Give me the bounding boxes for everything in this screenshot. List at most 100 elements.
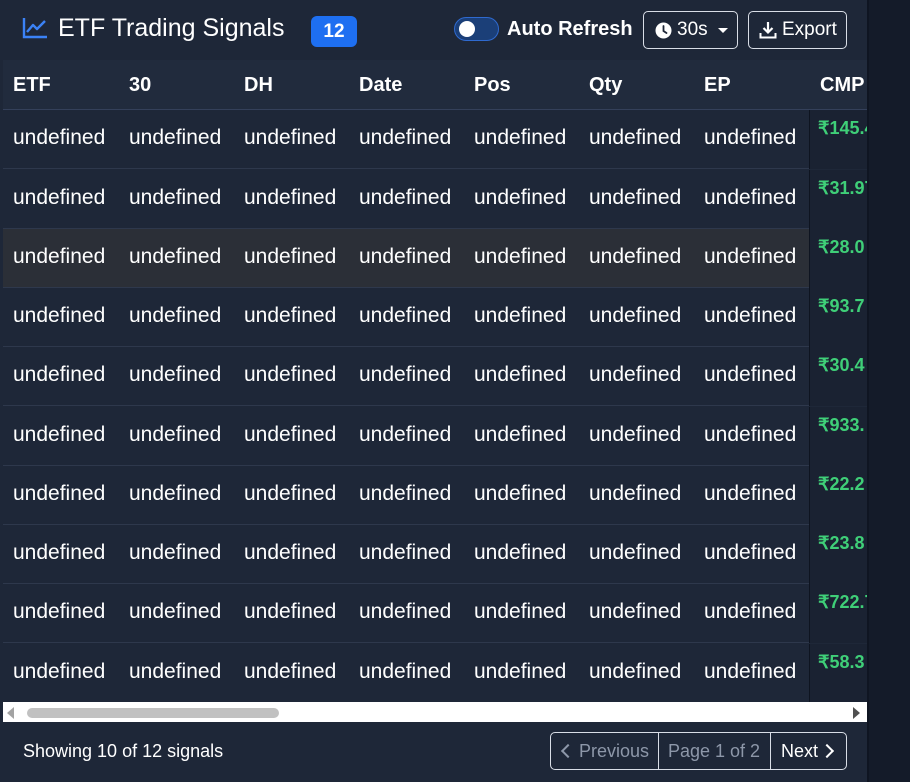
cell-qty: undefined — [589, 363, 682, 386]
table-row[interactable]: undefined undefined undefined undefined unde… — [3, 644, 867, 702]
cell-cmp: ₹22.2 — [818, 474, 865, 494]
table-row[interactable]: undefined undefined undefined undefined unde… — [3, 584, 867, 643]
cell-ep: undefined — [704, 363, 797, 386]
column-header-etf[interactable]: ETF — [13, 73, 51, 97]
cell-cmp: ₹30.4 — [818, 355, 865, 375]
cell-date: undefined — [359, 363, 452, 386]
table-row[interactable]: undefined undefined undefined undefined unde… — [3, 347, 867, 406]
panel-edge — [867, 0, 869, 782]
column-header-qty[interactable]: Qty — [589, 73, 622, 97]
export-button[interactable]: Export — [748, 11, 847, 49]
cell-date: undefined — [359, 660, 452, 683]
cell-qty: undefined — [589, 126, 682, 149]
table-row[interactable]: undefined undefined undefined undefined unde… — [3, 288, 867, 347]
table-footer: Showing 10 of 12 signals Previous Page 1… — [0, 722, 867, 782]
scroll-left-arrow-icon[interactable] — [7, 707, 14, 719]
page-title: ETF Trading Signals — [58, 14, 285, 42]
table-row[interactable]: undefined undefined undefined undefined unde… — [3, 110, 867, 169]
cell-dh: undefined — [244, 363, 337, 386]
cell-cmp: ₹722.7 — [818, 592, 867, 612]
cell-30: undefined — [129, 363, 222, 386]
table-row[interactable]: undefined undefined undefined undefined unde… — [3, 466, 867, 525]
cell-pos: undefined — [474, 541, 567, 564]
cell-30: undefined — [129, 304, 222, 327]
auto-refresh-label: Auto Refresh — [507, 18, 633, 40]
cell-ep: undefined — [704, 423, 797, 446]
scroll-right-arrow-icon[interactable] — [853, 707, 860, 719]
column-header-dh[interactable]: DH — [244, 73, 273, 97]
cell-pos: undefined — [474, 423, 567, 446]
cell-dh: undefined — [244, 660, 337, 683]
line-chart-icon — [22, 18, 47, 39]
cell-ep: undefined — [704, 126, 797, 149]
clock-icon — [655, 22, 672, 39]
column-header-date[interactable]: Date — [359, 73, 402, 97]
cell-cmp: ₹93.7 — [818, 296, 865, 316]
cell-cmp-container: ₹22.2 — [809, 466, 867, 525]
next-page-button[interactable]: Next — [770, 733, 846, 769]
cell-etf: undefined — [13, 541, 106, 564]
horizontal-scrollbar[interactable] — [3, 702, 867, 722]
chevron-right-icon — [819, 744, 835, 759]
cell-30: undefined — [129, 660, 222, 683]
toggle-knob — [459, 21, 475, 37]
cell-pos: undefined — [474, 482, 567, 505]
column-header-cmp[interactable]: CMP — [820, 73, 864, 97]
cell-cmp: ₹23.8 — [818, 533, 865, 553]
cell-cmp-container: ₹30.4 — [809, 347, 867, 406]
panel-header: ETF Trading Signals 12 Auto Refresh 30s … — [0, 0, 867, 60]
cell-dh: undefined — [244, 600, 337, 623]
column-header-30[interactable]: 30 — [129, 73, 151, 97]
cell-ep: undefined — [704, 541, 797, 564]
page-background-strip — [867, 0, 910, 782]
cell-etf: undefined — [13, 186, 106, 209]
previous-page-button[interactable]: Previous — [551, 733, 659, 769]
cell-pos: undefined — [474, 245, 567, 268]
cell-pos: undefined — [474, 363, 567, 386]
table-row[interactable]: undefined undefined undefined undefined unde… — [3, 229, 867, 288]
signals-table: ETF 30 DH Date Pos Qty EP CMP undefined u… — [3, 60, 867, 702]
table-row[interactable]: undefined undefined undefined undefined unde… — [3, 525, 867, 584]
pagination: Previous Page 1 of 2 Next — [550, 732, 847, 770]
table-row[interactable]: undefined undefined undefined undefined unde… — [3, 407, 867, 466]
cell-qty: undefined — [589, 660, 682, 683]
cell-qty: undefined — [589, 245, 682, 268]
refresh-interval-dropdown[interactable]: 30s — [643, 11, 738, 49]
cell-date: undefined — [359, 186, 452, 209]
cell-ep: undefined — [704, 245, 797, 268]
cell-cmp-container: ₹23.8 — [809, 525, 867, 584]
table-header: ETF 30 DH Date Pos Qty EP CMP — [3, 60, 867, 110]
column-header-pos[interactable]: Pos — [474, 73, 511, 97]
auto-refresh-toggle[interactable] — [454, 17, 499, 41]
scrollbar-thumb[interactable] — [27, 708, 279, 718]
cell-etf: undefined — [13, 482, 106, 505]
cell-dh: undefined — [244, 245, 337, 268]
cell-cmp-container: ₹31.97 — [809, 170, 867, 229]
table-row[interactable]: undefined undefined undefined undefined unde… — [3, 170, 867, 229]
showing-count-text: Showing 10 of 12 signals — [23, 741, 224, 761]
cell-etf: undefined — [13, 423, 106, 446]
cell-dh: undefined — [244, 304, 337, 327]
page-indicator: Page 1 of 2 — [658, 733, 771, 769]
cell-etf: undefined — [13, 126, 106, 149]
cell-pos: undefined — [474, 186, 567, 209]
cell-dh: undefined — [244, 423, 337, 446]
cell-qty: undefined — [589, 186, 682, 209]
cell-cmp-container: ₹58.3 — [809, 644, 867, 702]
cell-date: undefined — [359, 304, 452, 327]
cell-cmp-container: ₹722.7 — [809, 584, 867, 643]
cell-etf: undefined — [13, 363, 106, 386]
cell-pos: undefined — [474, 600, 567, 623]
cell-dh: undefined — [244, 541, 337, 564]
cell-30: undefined — [129, 541, 222, 564]
chevron-left-icon — [560, 744, 576, 759]
cell-30: undefined — [129, 186, 222, 209]
cell-pos: undefined — [474, 660, 567, 683]
cell-30: undefined — [129, 423, 222, 446]
cell-cmp: ₹31.97 — [818, 178, 867, 198]
cell-date: undefined — [359, 245, 452, 268]
signals-panel: ETF Trading Signals 12 Auto Refresh 30s … — [0, 0, 867, 782]
cell-qty: undefined — [589, 600, 682, 623]
column-header-ep[interactable]: EP — [704, 73, 731, 97]
cell-dh: undefined — [244, 126, 337, 149]
